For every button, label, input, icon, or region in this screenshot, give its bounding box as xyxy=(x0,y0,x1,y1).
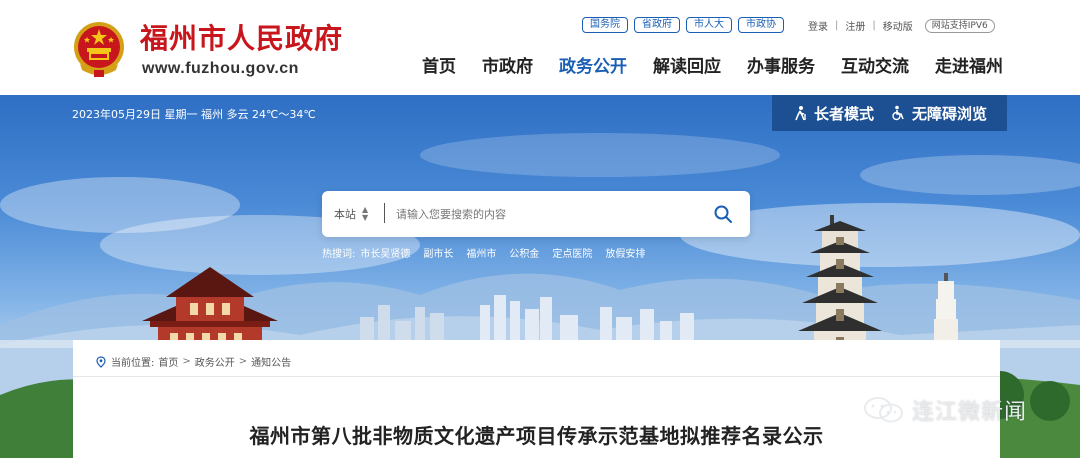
hot-search-item[interactable]: 市长吴贤德 xyxy=(360,245,410,260)
mobile-version-link[interactable]: 移动版 xyxy=(883,18,913,33)
watermark: 连江微新闻 xyxy=(862,394,1027,426)
wechat-icon xyxy=(864,397,903,423)
elder-mode-label: 长者模式 xyxy=(813,104,874,123)
nav-about-fuzhou[interactable]: 走进福州 xyxy=(935,52,1003,77)
updown-arrow-icon: ▲ ▼ xyxy=(362,205,369,222)
date-weather: 2023年05月29日 星期一 福州 多云 24℃～34℃ xyxy=(72,108,316,121)
watermark-text: 连江微新闻 xyxy=(912,400,1028,425)
hot-search-item[interactable]: 副市长 xyxy=(423,245,453,260)
search-scope-label: 本站 xyxy=(334,208,356,221)
gov-link-npc[interactable]: 市人大 xyxy=(686,17,732,33)
login-link[interactable]: 登录 xyxy=(808,18,828,33)
wheelchair-icon xyxy=(892,105,904,121)
article-title: 福州市第八批非物质文化遗产项目传承示范基地拟推荐名录公示 xyxy=(249,424,824,448)
hot-search-item[interactable]: 放假安排 xyxy=(605,245,645,260)
hot-search: 热搜词: 市长吴贤德 副市长 福州市 公积金 定点医院 放假安排 xyxy=(322,245,645,260)
gov-link-state-council[interactable]: 国务院 xyxy=(582,17,628,33)
search-scope-select[interactable]: 本站 ▲ ▼ xyxy=(334,206,368,222)
hot-search-item[interactable]: 公积金 xyxy=(509,245,539,260)
accessibility-label: 无障碍浏览 xyxy=(912,104,988,123)
breadcrumb-separator: > xyxy=(238,356,248,367)
hot-search-item[interactable]: 定点医院 xyxy=(552,245,592,260)
divider xyxy=(384,203,385,223)
breadcrumb-item-affairs[interactable]: 政务公开 xyxy=(195,354,235,369)
national-emblem-icon xyxy=(74,22,124,77)
breadcrumb: 当前位置: 首页 > 政务公开 > 通知公告 xyxy=(95,354,291,369)
nav-interpretation[interactable]: 解读回应 xyxy=(653,52,721,77)
divider xyxy=(73,376,1000,377)
search-icon[interactable] xyxy=(712,203,734,225)
search-input[interactable] xyxy=(396,199,696,229)
gov-link-province[interactable]: 省政府 xyxy=(634,17,680,33)
nav-services[interactable]: 办事服务 xyxy=(747,52,815,77)
nav-interaction[interactable]: 互动交流 xyxy=(841,52,909,77)
divider: | xyxy=(835,20,839,31)
hot-search-label: 热搜词: xyxy=(322,249,356,260)
breadcrumb-item-home[interactable]: 首页 xyxy=(158,354,178,369)
location-pin-icon xyxy=(96,355,106,368)
elder-icon xyxy=(795,106,806,121)
breadcrumb-separator: > xyxy=(182,356,191,367)
search-box: 本站 ▲ ▼ xyxy=(322,191,750,237)
hot-search-item[interactable]: 福州市 xyxy=(466,245,496,260)
nav-government-affairs[interactable]: 政务公开 xyxy=(559,52,627,77)
accessibility-bar: 长者模式 无障碍浏览 xyxy=(772,95,1007,131)
content-card: 当前位置: 首页 > 政务公开 > 通知公告 福州市第八批非物质文化遗产项目传承… xyxy=(73,340,1000,458)
ipv6-badge: 网站支持IPV6 xyxy=(924,18,995,33)
top-links: 登录 | 注册 | 移动版 网站支持IPV6 xyxy=(808,18,995,33)
breadcrumb-label: 当前位置: xyxy=(111,358,155,369)
breadcrumb-item-notices[interactable]: 通知公告 xyxy=(251,354,291,369)
gov-link-cppcc[interactable]: 市政协 xyxy=(738,17,784,33)
site-header: 福州市人民政府 www.fuzhou.gov.cn 国务院 省政府 市人大 市政… xyxy=(0,0,1080,95)
nav-home[interactable]: 首页 xyxy=(422,52,456,77)
register-link[interactable]: 注册 xyxy=(845,18,865,33)
site-title[interactable]: 福州市人民政府 xyxy=(140,22,343,56)
nav-city-government[interactable]: 市政府 xyxy=(482,52,533,77)
accessibility-button[interactable]: 无障碍浏览 xyxy=(890,103,987,124)
main-nav: 首页 市政府 政务公开 解读回应 办事服务 互动交流 走进福州 xyxy=(422,52,1003,77)
divider: | xyxy=(872,20,876,31)
gov-links: 国务院 省政府 市人大 市政协 xyxy=(582,17,784,33)
site-url: www.fuzhou.gov.cn xyxy=(142,60,299,77)
elder-mode-button[interactable]: 长者模式 xyxy=(792,103,874,124)
